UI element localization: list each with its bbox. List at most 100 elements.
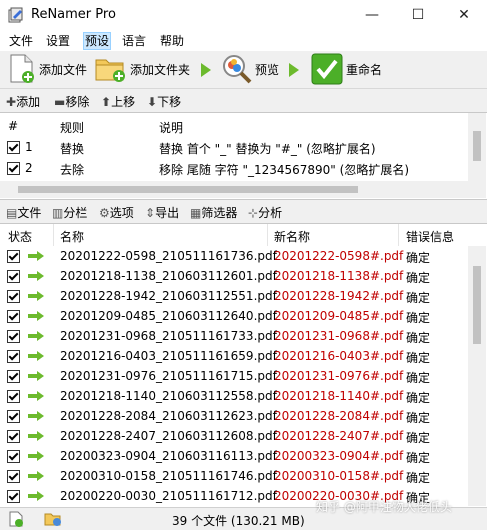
rule-row[interactable]: 2 去除 移除 尾随 字符 "_1234567890" (忽略扩展名) <box>0 158 468 178</box>
file-checkbox[interactable] <box>7 370 20 383</box>
file-checkbox[interactable] <box>7 470 20 483</box>
add-files-button[interactable]: 添加文件 <box>6 51 92 88</box>
files-header-name[interactable]: 名称 <box>60 228 84 245</box>
maximize-button[interactable]: ☐ <box>395 0 441 31</box>
file-row[interactable]: 20201231-0968_210511161733.pdf 20201231-0… <box>0 326 468 346</box>
file-name: 20201228-2407_210603112608.pdf <box>60 429 277 443</box>
menu-language[interactable]: 语言 <box>121 33 147 49</box>
file-error-status: 确定 <box>406 371 431 385</box>
file-row[interactable]: 20201216-0403_210511161659.pdf 20201216-0… <box>0 346 468 366</box>
preview-button[interactable]: 预览 <box>221 51 283 88</box>
move-up-label: 上移 <box>111 95 136 109</box>
columns-menu-button[interactable]: ▥分栏 <box>52 204 87 221</box>
arrow-right-icon <box>28 431 44 441</box>
menu-file[interactable]: 文件 <box>8 33 34 49</box>
file-checkbox[interactable] <box>7 310 20 323</box>
file-checkbox[interactable] <box>7 290 20 303</box>
menu-presets[interactable]: 预设 <box>83 32 112 50</box>
column-divider[interactable] <box>267 224 268 246</box>
rules-vertical-scrollbar[interactable] <box>468 113 486 181</box>
file-error-status: 确定 <box>406 331 431 345</box>
file-row[interactable]: 20201218-1138_210603112601.pdf 20201218-1… <box>0 266 468 286</box>
column-divider[interactable] <box>398 224 399 246</box>
rule-name: 替换 <box>60 142 85 156</box>
rename-button[interactable]: 重命名 <box>311 51 387 88</box>
rules-toolbar: ✚添加 ▬移除 ⬆上移 ⬇下移 <box>0 89 487 111</box>
file-row[interactable]: 20201231-0976_210511161715.pdf 20201231-0… <box>0 366 468 386</box>
file-checkbox[interactable] <box>7 270 20 283</box>
watermark-text: 知乎 @阿甲注物大佬低头 <box>316 500 452 514</box>
file-name: 20201218-1138_210603112601.pdf <box>60 269 277 283</box>
rules-header-num[interactable]: # <box>8 119 18 133</box>
file-row[interactable]: 20200310-0158_210511161746.pdf 20200310-0… <box>0 466 468 486</box>
file-row[interactable]: 20201228-2407_210603112608.pdf 20201228-2… <box>0 426 468 446</box>
file-checkbox[interactable] <box>7 410 20 423</box>
files-scroll-thumb[interactable] <box>473 266 481 344</box>
file-row[interactable]: 20201222-0598_210511161736.pdf 20201222-0… <box>0 246 468 266</box>
rules-scroll-thumb[interactable] <box>473 131 481 161</box>
folder-icon[interactable] <box>44 511 62 527</box>
files-menu-button[interactable]: ▤文件 <box>6 204 41 221</box>
export-menu-button[interactable]: ⇕导出 <box>145 204 179 221</box>
options-menu-button[interactable]: ⚙选项 <box>99 204 134 221</box>
rule-checkbox[interactable] <box>7 162 20 175</box>
analyze-menu-label: 分析 <box>258 206 283 220</box>
file-name: 20200310-0158_210511161746.pdf <box>60 469 277 483</box>
remove-rule-button[interactable]: ▬移除 <box>54 93 89 110</box>
filter-menu-button[interactable]: ▦筛选器 <box>190 204 237 221</box>
file-row[interactable]: 20201228-1942_210603112551.pdf 20201228-1… <box>0 286 468 306</box>
file-new-name: 20201218-1138#.pdf <box>274 269 404 283</box>
add-folder-button[interactable]: 添加文件夹 <box>95 51 195 88</box>
files-header-status[interactable]: 状态 <box>8 228 32 245</box>
arrow-right-icon <box>28 391 44 401</box>
export-menu-label: 导出 <box>155 206 180 220</box>
magnifier-icon <box>223 55 252 84</box>
close-button[interactable]: ✕ <box>441 0 487 31</box>
file-checkbox[interactable] <box>7 350 20 363</box>
minimize-button[interactable]: — <box>349 0 395 31</box>
file-error-status: 确定 <box>406 451 431 465</box>
move-up-button[interactable]: ⬆上移 <box>101 93 135 110</box>
rules-horizontal-scrollbar[interactable] <box>0 181 486 198</box>
file-row[interactable]: 20201218-1140_210603112558.pdf 20201218-1… <box>0 386 468 406</box>
rule-desc: 移除 尾随 字符 "_1234567890" (忽略扩展名) <box>159 163 410 177</box>
menu-help[interactable]: 帮助 <box>159 33 185 49</box>
arrow-down-icon: ⬇ <box>147 95 158 109</box>
file-new-name: 20201231-0968#.pdf <box>274 329 404 343</box>
columns-icon: ▥ <box>52 206 64 220</box>
file-new-name: 20201228-2407#.pdf <box>274 429 404 443</box>
file-row[interactable]: 20201228-2084_210603112623.pdf 20201228-2… <box>0 406 468 426</box>
file-new-name: 20200310-0158#.pdf <box>274 469 404 483</box>
rule-row[interactable]: 1 替换 替换 首个 "_" 替换为 "#_" (忽略扩展名) <box>0 137 468 157</box>
file-checkbox[interactable] <box>7 490 20 503</box>
add-file-icon <box>10 54 34 83</box>
checkmark-icon <box>311 53 343 85</box>
files-header-new-name[interactable]: 新名称 <box>274 228 310 245</box>
menu-settings[interactable]: 设置 <box>45 33 71 49</box>
files-vertical-scrollbar[interactable] <box>468 246 486 506</box>
file-error-status: 确定 <box>406 471 431 485</box>
column-divider[interactable] <box>53 224 54 246</box>
file-checkbox[interactable] <box>7 250 20 263</box>
files-header-error[interactable]: 错误信息 <box>406 228 454 245</box>
file-row[interactable]: 20200323-0904_210603116113.pdf 20200323-0… <box>0 446 468 466</box>
file-checkbox[interactable] <box>7 450 20 463</box>
new-file-icon[interactable] <box>8 511 24 527</box>
file-checkbox[interactable] <box>7 390 20 403</box>
file-row[interactable]: 20201209-0485_210603112640.pdf 20201209-0… <box>0 306 468 326</box>
rules-header-desc[interactable]: 说明 <box>159 119 183 136</box>
rules-header-rule[interactable]: 规则 <box>60 119 84 136</box>
file-checkbox[interactable] <box>7 330 20 343</box>
move-down-button[interactable]: ⬇下移 <box>147 93 181 110</box>
add-rule-button[interactable]: ✚添加 <box>6 93 40 110</box>
move-down-label: 下移 <box>157 95 182 109</box>
filter-menu-label: 筛选器 <box>201 206 238 220</box>
file-checkbox[interactable] <box>7 430 20 443</box>
arrow-right-icon <box>28 331 44 341</box>
arrow-right-icon <box>289 63 299 77</box>
rules-hscroll-thumb[interactable] <box>18 186 358 193</box>
remove-rule-label: 移除 <box>65 95 90 109</box>
analyze-menu-button[interactable]: ⊹分析 <box>248 204 282 221</box>
rule-checkbox[interactable] <box>7 141 20 154</box>
arrow-right-icon <box>28 491 44 501</box>
